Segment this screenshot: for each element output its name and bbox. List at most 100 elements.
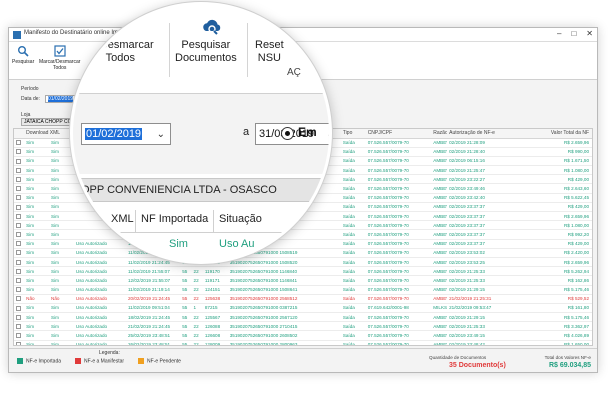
row-checkbox[interactable] (16, 140, 21, 146)
row-checkbox[interactable] (16, 305, 21, 311)
lens-reset-nsu-button[interactable]: Reset NSU (255, 39, 284, 65)
table-row[interactable]: Sim Sim Uso Autorizado 11/02/2019 21:19:14 5… (14, 285, 592, 295)
row-checkbox[interactable] (16, 186, 21, 192)
cell-razao: AMBEV (431, 285, 448, 295)
cell-cnpj: 07.526.557/0079-70 (365, 248, 432, 258)
table-row[interactable]: Sim Sim Uso Autorizado 25/02/2019 23:48:51 5… (14, 330, 592, 341)
cell-aut: 02/2019 21:25:33 (447, 321, 525, 332)
row-checkbox[interactable] (16, 213, 21, 219)
row-checkbox[interactable] (16, 287, 21, 293)
table-row[interactable]: Sim Sim Uso Autorizado 18/02/2019 21:24:45 5… (14, 312, 592, 323)
lens-search-documents-button[interactable]: Pesquisar Documentos (175, 39, 237, 65)
lens-col-situacao[interactable]: Situação (219, 213, 262, 225)
cell-val: R$ 2.659,96 (524, 257, 592, 268)
cell-dl: Sim (24, 248, 50, 258)
cell-cnpj: 07.526.557/0079-70 (365, 275, 432, 286)
cell-cnpj: 07.526.557/0079-70 (365, 138, 432, 148)
table-row[interactable]: Sim Sim Uso Autorizado 11/02/2019 21:55:07 5… (14, 266, 592, 277)
row-checkbox[interactable] (16, 278, 21, 284)
cell-dl: Não (24, 294, 50, 304)
col-razao[interactable]: RazãoSocial (431, 129, 448, 139)
row-checkbox[interactable] (16, 232, 21, 238)
col-cnpj[interactable]: CNPJ/CPF (365, 129, 432, 139)
emission-radio[interactable] (281, 127, 294, 140)
cell-val: R$ 990,00 (524, 147, 592, 157)
legend-imported: NF-e Importada (17, 358, 61, 364)
lens-store-field[interactable]: OPP CONVENIENCIA LTDA - OSASCO (73, 178, 329, 202)
cell-s: 55 (180, 285, 192, 295)
cell-tipo: Saída (340, 239, 366, 249)
table-row[interactable]: Sim Sim Uso Autorizado 26/02/2019 23:48:51 5… (14, 340, 592, 345)
row-checkbox[interactable] (16, 250, 21, 256)
cell-dl: Sim (24, 266, 50, 277)
cell-nf: Sim (49, 257, 74, 268)
row-checkbox[interactable] (16, 314, 21, 320)
cell-val: R$ 2.643,60 (524, 183, 592, 194)
cell-cnpj: 07.526.557/0079-70 (365, 156, 432, 167)
row-checkbox[interactable] (16, 342, 21, 345)
lens-toggle-all-button[interactable]: ar/Desmarcar Todos (87, 39, 154, 65)
row-checkbox[interactable] (16, 195, 21, 201)
cell-tipo: Saída (340, 266, 366, 277)
chevron-down-icon[interactable]: ⌄ (327, 125, 329, 145)
col-valor[interactable]: Valor Total da NF (524, 129, 592, 139)
cell-s: 55 (180, 321, 192, 332)
chevron-down-icon[interactable]: ⌄ (157, 125, 165, 145)
row-checkbox-cell (14, 321, 25, 332)
date-from-picker[interactable]: 01/02/2019 ⌄ (81, 123, 171, 145)
row-checkbox[interactable] (16, 167, 21, 173)
cell-n: 22 (191, 266, 203, 277)
search-small-button[interactable]: Pesquisar (12, 45, 34, 65)
table-row[interactable]: Sim Sim Uso Autorizado 11/02/2019 09:51:04 5… (14, 303, 592, 314)
cell-dt: 25/02/2019 23:48:51 (125, 330, 181, 341)
row-checkbox[interactable] (16, 204, 21, 210)
cell-aut: 02/2019 23:48:42 (447, 340, 525, 345)
row-checkbox[interactable] (16, 333, 21, 339)
row-checkbox[interactable] (16, 268, 21, 274)
maximize-button[interactable]: □ (571, 29, 576, 38)
cell-n: 22 (191, 275, 203, 286)
col-autorizacao[interactable]: Autorização de NF-e (447, 129, 525, 139)
period-label: Período (21, 86, 39, 92)
cell-aut: 02/2019 06:15:16 (447, 156, 525, 167)
cell-tipo: Saída (340, 193, 366, 203)
lens-col-xml[interactable]: XML (111, 213, 134, 225)
cell-cnpj: 07.526.557/0079-70 (365, 294, 432, 304)
row-checkbox-cell (14, 312, 25, 323)
row-checkbox[interactable] (16, 158, 21, 164)
cell-key: 3519020752650791000 1508641 (227, 285, 341, 295)
row-checkbox[interactable] (16, 296, 21, 302)
close-button[interactable]: ✕ (586, 29, 593, 38)
legend-to-manifest: NF-e a Manifestar (75, 358, 124, 364)
row-checkbox[interactable] (16, 241, 21, 247)
row-checkbox[interactable] (16, 149, 21, 155)
table-row[interactable]: Não Não Uso Autorizado 20/02/2019 21:24:45 5… (14, 294, 592, 304)
total-value-label: Total dos Valores NF-e (544, 355, 591, 360)
cell-val: R$ 3.362,97 (524, 321, 592, 332)
search-small-label: Pesquisar (12, 59, 35, 65)
row-checkbox-cell (14, 202, 25, 213)
lens-search-label-1: Pesquisar (181, 39, 231, 51)
col-download[interactable]: Download XML (24, 129, 74, 139)
cell-val: R$ 992,20 (524, 229, 592, 240)
table-row[interactable]: Sim Sim Uso Autorizado 21/02/2019 21:24:45 5… (14, 321, 592, 332)
lens-col-nf-importada[interactable]: NF Importada (141, 213, 208, 225)
lens-store-value: OPP CONVENIENCIA LTDA - OSASCO (81, 184, 277, 196)
cell-cnpj: 07.526.557/0079-70 (365, 285, 432, 295)
col-select[interactable] (14, 129, 25, 139)
cell-sit: Uso Autorizado (73, 330, 126, 341)
cell-razao: AMBEV (431, 257, 448, 268)
col-tipo[interactable]: Tipo (340, 129, 366, 139)
row-checkbox[interactable] (16, 176, 21, 182)
row-checkbox-cell (14, 138, 25, 148)
row-checkbox[interactable] (16, 259, 21, 265)
table-row[interactable]: Sim Sim Uso Autorizado 12/02/2019 21:55:07 5… (14, 275, 592, 286)
document-count-label: Quantidade de Documentos (429, 355, 487, 360)
lens-reset-label-2: NSU (257, 52, 281, 64)
cell-nf: Sim (49, 174, 74, 185)
row-checkbox[interactable] (16, 222, 21, 228)
cell-nf: Sim (49, 248, 74, 258)
row-checkbox[interactable] (16, 323, 21, 329)
cell-tipo: Saída (340, 174, 366, 185)
minimize-button[interactable]: – (557, 29, 561, 38)
